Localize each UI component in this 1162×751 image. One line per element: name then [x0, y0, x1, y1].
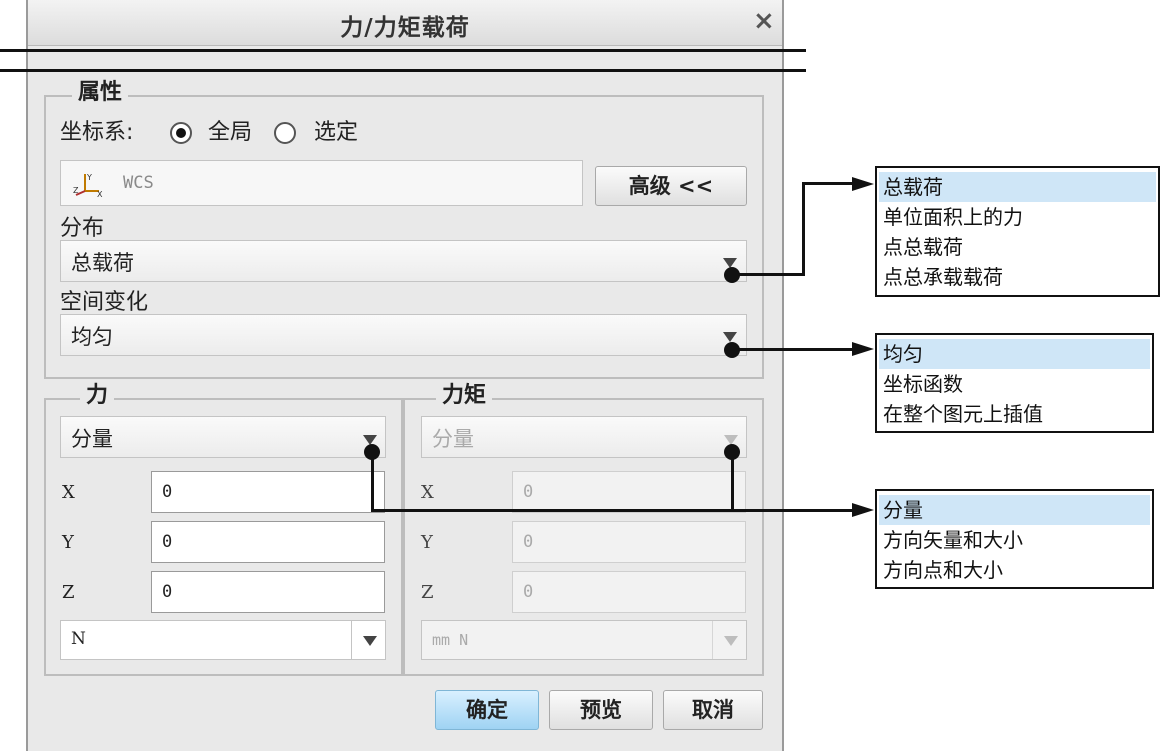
moment-y-input: 0 — [512, 521, 746, 563]
coord-system-value: WCS — [123, 173, 154, 193]
svg-text:Y: Y — [86, 173, 92, 182]
callout-line — [732, 273, 804, 276]
moment-group-label: 力矩 — [436, 383, 493, 409]
force-mode-value: 分量 — [71, 427, 113, 451]
spatial-options-list: 均匀 坐标函数 在整个图元上插值 — [875, 333, 1154, 433]
chevron-down-icon — [724, 636, 738, 646]
radio-global[interactable] — [170, 122, 192, 144]
moment-x-label: X — [421, 482, 434, 503]
list-item[interactable]: 在整个图元上插值 — [883, 401, 1043, 427]
coord-system-field[interactable]: Y X Z WCS — [60, 160, 583, 206]
callout-line — [802, 182, 854, 185]
force-z-input[interactable]: 0 — [151, 571, 385, 613]
distribution-label: 分布 — [60, 216, 105, 241]
divider — [351, 621, 352, 659]
callout-line — [731, 450, 734, 512]
force-mode-select[interactable]: 分量 — [60, 416, 386, 458]
moment-x-input: 0 — [512, 471, 746, 513]
force-z-label: Z — [62, 582, 75, 603]
moment-z-input: 0 — [512, 571, 746, 613]
force-x-label: X — [62, 482, 75, 503]
close-icon[interactable]: × — [753, 6, 775, 36]
force-group-label: 力 — [80, 383, 115, 409]
chevron-down-icon — [723, 332, 737, 342]
spatial-variation-label: 空间变化 — [60, 290, 149, 315]
callout-line — [371, 509, 854, 512]
force-unit-value: N — [71, 629, 86, 649]
cancel-button[interactable]: 取消 — [663, 690, 763, 730]
component-options-list: 分量 方向矢量和大小 方向点和大小 — [875, 489, 1154, 589]
ok-button[interactable]: 确定 — [435, 690, 539, 730]
preview-button[interactable]: 预览 — [549, 690, 653, 730]
moment-mode-value: 分量 — [432, 427, 474, 451]
radio-global-label: 全局 — [208, 120, 253, 145]
list-item[interactable]: 均匀 — [883, 341, 923, 367]
force-y-label: Y — [62, 532, 74, 553]
list-item[interactable]: 分量 — [883, 497, 923, 523]
arrow-right-icon — [852, 342, 874, 356]
arrow-right-icon — [852, 177, 874, 191]
distribution-select[interactable]: 总载荷 — [60, 240, 747, 282]
chevron-down-icon — [363, 636, 377, 646]
force-unit-select[interactable]: N — [60, 620, 386, 660]
callout-line — [732, 348, 854, 351]
arrow-right-icon — [852, 503, 874, 517]
cut-line-bottom — [0, 69, 806, 72]
moment-z-label: Z — [421, 582, 434, 603]
spatial-variation-select[interactable]: 均匀 — [60, 314, 747, 356]
list-item[interactable]: 方向点和大小 — [883, 557, 1003, 583]
list-item[interactable]: 方向矢量和大小 — [883, 527, 1023, 553]
dialog-title: 力/力矩载荷 — [340, 15, 470, 41]
divider — [712, 621, 713, 659]
callout-line — [802, 182, 805, 276]
radio-selected[interactable] — [274, 122, 296, 144]
distribution-options-list: 总载荷 单位面积上的力 点总载荷 点总承载载荷 — [875, 166, 1160, 297]
force-x-input[interactable]: 0 — [151, 471, 385, 513]
spatial-variation-value: 均匀 — [71, 325, 113, 349]
properties-group-label: 属性 — [72, 80, 129, 106]
list-item[interactable]: 坐标函数 — [883, 371, 963, 397]
radio-selected-label: 选定 — [314, 120, 359, 145]
coordinate-system-icon: Y X Z — [73, 173, 103, 197]
coord-system-label: 坐标系: — [60, 120, 134, 145]
svg-text:Z: Z — [73, 186, 79, 195]
callout-line — [371, 450, 374, 512]
moment-unit-value: mm N — [432, 631, 469, 649]
list-item[interactable]: 点总载荷 — [883, 234, 963, 260]
advanced-button[interactable]: 高级 << — [595, 166, 747, 206]
moment-mode-select: 分量 — [421, 416, 747, 458]
list-item[interactable]: 点总承载载荷 — [883, 264, 1003, 290]
list-item[interactable]: 总载荷 — [883, 174, 943, 200]
list-item[interactable]: 单位面积上的力 — [883, 204, 1023, 230]
distribution-value: 总载荷 — [71, 251, 134, 275]
force-y-input[interactable]: 0 — [151, 521, 385, 563]
title-bar: 力/力矩载荷 × — [28, 0, 782, 46]
svg-text:X: X — [97, 190, 103, 197]
moment-y-label: Y — [421, 532, 433, 553]
moment-unit-select: mm N — [421, 620, 747, 660]
cut-line-top — [0, 49, 806, 52]
